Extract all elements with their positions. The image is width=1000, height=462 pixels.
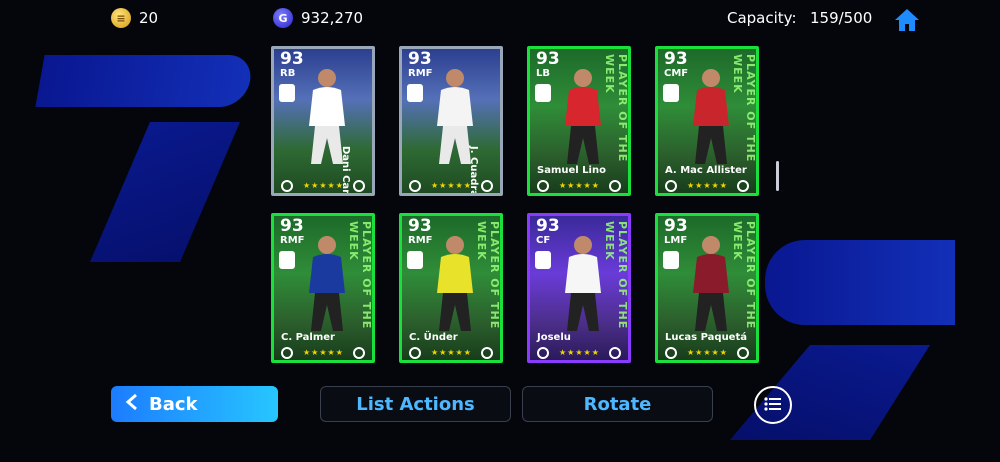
chevron-left-icon <box>125 393 139 416</box>
list-menu-button[interactable] <box>754 386 792 424</box>
player-card[interactable]: PLAYER OF THE WEEK 93 LB Samuel Lino ★★★★★ <box>527 46 631 196</box>
player-card[interactable]: PLAYER OF THE WEEK 93 CMF A. Mac Allister ★★… <box>655 46 759 196</box>
list-actions-button[interactable]: List Actions <box>320 386 511 422</box>
card-frame <box>527 46 631 196</box>
player-card[interactable]: 93 RB Dani Carvajal ★★★★★ <box>271 46 375 196</box>
gp-balance: G 932,270 <box>273 8 363 28</box>
capacity-value: 159/500 <box>810 9 873 27</box>
background-shape <box>90 122 240 262</box>
card-frame <box>399 46 503 196</box>
card-frame <box>399 213 503 363</box>
card-frame <box>527 213 631 363</box>
list-menu-icon <box>764 396 782 415</box>
coin-balance: ≡ 20 <box>111 8 158 28</box>
gold-coin-icon: ≡ <box>111 8 131 28</box>
gp-count: 932,270 <box>301 9 364 27</box>
background-shape <box>35 55 255 107</box>
back-button[interactable]: Back <box>111 386 278 422</box>
top-bar: ≡ 20 G 932,270 Capacity: 159/500 <box>0 0 1000 38</box>
player-card[interactable]: PLAYER OF THE WEEK 93 CF Joselu ★★★★★ <box>527 213 631 363</box>
player-card[interactable]: PLAYER OF THE WEEK 93 RMF C. Ünder ★★★★★ <box>399 213 503 363</box>
card-frame <box>271 213 375 363</box>
player-card[interactable]: PLAYER OF THE WEEK 93 LMF Lucas Paquetá ★★★★… <box>655 213 759 363</box>
list-actions-label: List Actions <box>356 393 475 415</box>
background-shape <box>765 240 955 325</box>
rotate-label: Rotate <box>583 393 652 415</box>
rotate-button[interactable]: Rotate <box>522 386 713 422</box>
card-frame <box>655 46 759 196</box>
capacity-label: Capacity: <box>727 9 797 27</box>
coin-count: 20 <box>139 9 159 27</box>
card-frame <box>271 46 375 196</box>
back-label: Back <box>149 393 198 415</box>
player-card[interactable]: 93 RMF J. Cuadrado ★★★★★ <box>399 46 503 196</box>
card-frame <box>655 213 759 363</box>
home-icon[interactable] <box>893 6 921 34</box>
gp-coin-icon: G <box>273 8 293 28</box>
player-card[interactable]: PLAYER OF THE WEEK 93 RMF C. Palmer ★★★★★ <box>271 213 375 363</box>
scrollbar-thumb[interactable] <box>776 161 779 191</box>
